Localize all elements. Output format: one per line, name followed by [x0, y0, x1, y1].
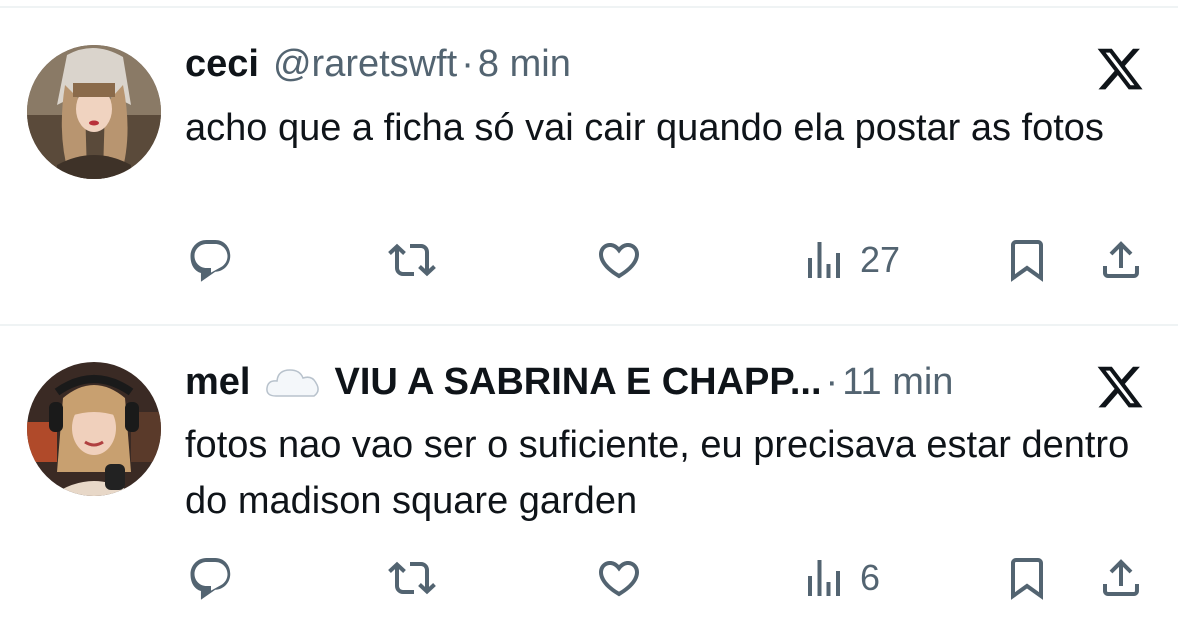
bookmark-icon — [1011, 240, 1043, 282]
avatar[interactable] — [27, 362, 161, 496]
tweet-text: fotos nao vao ser o suficiente, eu preci… — [185, 424, 1130, 522]
views-icon — [808, 560, 840, 596]
views-icon — [808, 242, 840, 278]
retweet-button[interactable] — [388, 548, 436, 608]
views-button[interactable]: 27 — [800, 230, 900, 290]
retweet-button[interactable] — [388, 230, 436, 290]
bookmark-button[interactable] — [1003, 548, 1051, 608]
views-count: 6 — [860, 557, 881, 598]
cloud-emoji — [264, 362, 322, 402]
views-button[interactable]: 6 — [800, 548, 880, 608]
action-bar: 6 — [0, 548, 1178, 608]
reply-button[interactable] — [187, 548, 235, 608]
x-logo — [1094, 362, 1146, 412]
tweet-header: ceci @raretswft · 8 min — [185, 39, 571, 89]
reply-icon — [190, 558, 231, 600]
user-handle[interactable]: @raretswft — [273, 43, 457, 86]
action-bar: 27 — [0, 230, 1178, 290]
share-button[interactable] — [1097, 548, 1145, 608]
avatar[interactable] — [27, 45, 161, 179]
share-icon — [1103, 241, 1139, 278]
retweet-icon — [388, 243, 436, 277]
share-icon — [1103, 559, 1139, 596]
like-button[interactable] — [595, 230, 643, 290]
like-button[interactable] — [595, 548, 643, 608]
reply-icon — [190, 240, 231, 282]
display-name[interactable]: mel — [185, 361, 250, 404]
separator: · — [461, 42, 474, 85]
x-logo — [1094, 44, 1146, 94]
bookmark-icon — [1011, 558, 1043, 600]
views-count: 27 — [860, 239, 901, 280]
tweet[interactable]: ceci @raretswft · 8 min acho que a ficha… — [0, 8, 1178, 324]
separator: · — [825, 360, 839, 403]
share-button[interactable] — [1097, 230, 1145, 290]
like-icon — [598, 243, 640, 279]
bookmark-button[interactable] — [1003, 230, 1051, 290]
display-name[interactable]: ceci — [185, 43, 259, 86]
retweet-icon — [388, 561, 436, 595]
tweet-text: acho que a ficha só vai cair quando ela … — [185, 107, 1104, 149]
timestamp[interactable]: 11 min — [842, 361, 953, 404]
timestamp[interactable]: 8 min — [478, 43, 571, 86]
tweet-header: mel VIU A SABRINA E CHAPP... · 11 min — [185, 357, 953, 407]
tweet[interactable]: mel VIU A SABRINA E CHAPP... · 11 min fo… — [0, 326, 1178, 643]
reply-button[interactable] — [187, 230, 235, 290]
display-name-suffix[interactable]: VIU A SABRINA E CHAPP... — [334, 361, 821, 404]
like-icon — [598, 561, 640, 597]
